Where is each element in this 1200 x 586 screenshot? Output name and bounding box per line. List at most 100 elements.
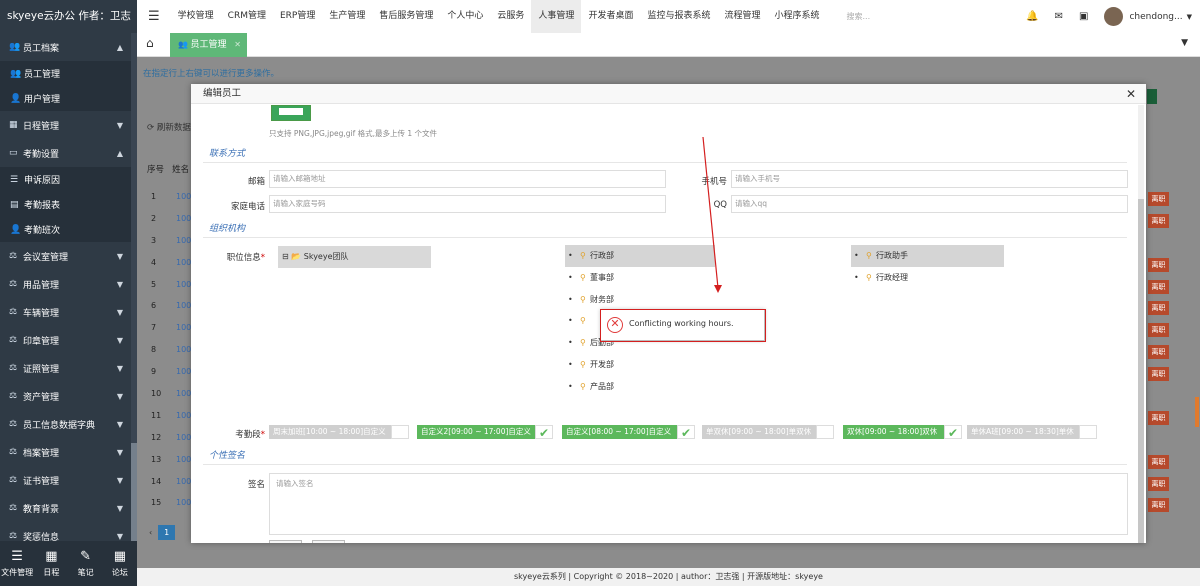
department-item[interactable]: • ⚲ 开发部 [565,354,715,376]
sidebar-item[interactable]: ▤ 考勤报表 [0,192,137,217]
lock-icon[interactable]: ▣ [1079,11,1088,22]
department-item[interactable]: • ⚲ 行政部 [565,245,715,267]
chevron-down-icon[interactable]: ▼ [1187,13,1192,21]
chevron-up-icon[interactable]: ▲ [117,149,123,158]
chevron-down-icon[interactable]: ▼ [117,364,123,373]
row-link[interactable]: 100 [176,389,191,411]
sidebar-item[interactable]: ⚖ 资产管理 ▼ [0,382,137,410]
top-nav-item[interactable]: 小程序系统 [767,0,826,33]
sidebar-bottom-item[interactable]: ▦ 论坛 [103,541,137,586]
top-nav-item[interactable]: 开发者桌面 [581,0,640,33]
chevron-down-icon[interactable]: ▼ [117,121,123,130]
sidebar-item[interactable]: 👥 员工管理 [0,61,137,86]
qq-field[interactable]: 请输入qq [731,195,1128,213]
sidebar-item[interactable]: ⚖ 会议室管理 ▼ [0,242,137,270]
check-icon[interactable]: ✔ [944,425,962,440]
home-phone-field[interactable]: 请输入家庭号码 [269,195,666,213]
add-button[interactable] [1147,89,1157,104]
phone-field[interactable]: 请输入手机号 [731,170,1128,188]
row-link[interactable]: 100 [176,280,191,302]
row-link[interactable]: 100 [176,258,191,280]
sidebar-item[interactable]: ⚖ 证照管理 ▼ [0,354,137,382]
shift-option[interactable]: 自定义2[09:00 ~ 17:00]自定义 ✔ [417,425,553,440]
row-link[interactable]: 100 [176,323,191,345]
department-item[interactable]: • ⚲ 产品部 [565,376,715,398]
row-link[interactable]: 100 [176,236,191,258]
sidebar-item[interactable]: 👤 用户管理 [0,86,137,111]
row-link[interactable]: 100 [176,214,191,236]
menu-toggle-icon[interactable]: ☰ [148,9,160,24]
shift-option[interactable]: 自定义[08:00 ~ 17:00]自定义 ✔ [562,425,695,440]
prev-page-icon[interactable]: ‹ [149,528,152,537]
sidebar-bottom-item[interactable]: ▦ 日程 [34,541,68,586]
search-input[interactable]: 搜索... [847,11,871,22]
home-icon[interactable]: ⌂ [146,36,154,50]
top-nav-item[interactable]: 云服务 [490,0,531,33]
row-link[interactable]: 100 [176,367,191,389]
leave-button[interactable]: 离职 [1148,345,1169,360]
save-button[interactable]: 保存 [312,540,345,543]
chevron-down-icon[interactable]: ▼ [117,336,123,345]
sidebar-item[interactable]: ⚖ 车辆管理 ▼ [0,298,137,326]
sidebar-item[interactable]: ⚖ 档案管理 ▼ [0,438,137,466]
checkbox[interactable] [816,425,834,439]
close-button[interactable]: 关闭 [269,540,302,543]
top-nav-item[interactable]: 人事管理 [531,0,582,33]
department-item[interactable]: • ⚲ 财务部 [565,289,715,311]
top-nav-item[interactable]: ERP管理 [273,0,322,33]
leave-button[interactable]: 离职 [1148,498,1169,513]
sidebar-item[interactable]: ⚖ 教育背景 ▼ [0,494,137,522]
chevron-down-icon[interactable]: ▼ [117,392,123,401]
leave-button[interactable]: 离职 [1148,476,1169,491]
tab-dropdown-icon[interactable]: ▼ [1181,38,1188,48]
leave-button[interactable]: 离职 [1148,213,1169,228]
chevron-down-icon[interactable]: ▼ [117,532,123,541]
close-icon[interactable]: ✕ [1126,87,1136,101]
row-link[interactable]: 100 [176,455,191,477]
leave-button[interactable]: 离职 [1148,323,1169,338]
shift-option[interactable]: 双休[09:00 ~ 18:00]双休 ✔ [843,425,962,440]
page-scrollbar-thumb[interactable] [1195,397,1199,427]
sidebar-item[interactable]: 👤 考勤班次 [0,217,137,242]
row-link[interactable]: 100 [176,477,191,499]
dialog-scrollbar[interactable] [1138,105,1144,543]
chevron-down-icon[interactable]: ▼ [117,504,123,513]
chevron-down-icon[interactable]: ▼ [117,308,123,317]
row-link[interactable]: 100 [176,345,191,367]
row-link[interactable]: 100 [176,301,191,323]
username[interactable]: chendong... [1129,12,1182,22]
top-nav-item[interactable]: 售后服务管理 [372,0,440,33]
sidebar-item[interactable]: ⚖ 员工信息数据字典 ▼ [0,410,137,438]
chevron-down-icon[interactable]: ▼ [117,252,123,261]
leave-button[interactable]: 离职 [1148,192,1169,206]
shift-option[interactable]: 周末加班[10:00 ~ 18:00]自定义 [269,425,409,439]
org-tree-root[interactable]: ⊟ 📂 Skyeye团队 [278,246,431,268]
sidebar-item[interactable]: ▭ 考勤设置 ▲ [0,139,137,167]
chevron-down-icon[interactable]: ▼ [117,420,123,429]
sidebar-item[interactable]: ⚖ 印章管理 ▼ [0,326,137,354]
row-link[interactable]: 100 [176,411,191,433]
checkbox[interactable] [391,425,409,439]
top-nav-item[interactable]: CRM管理 [221,0,273,33]
check-icon[interactable]: ✔ [677,425,695,440]
position-item[interactable]: • ⚲ 行政经理 [851,267,1004,289]
checkbox[interactable] [1079,425,1097,439]
top-nav-item[interactable]: 学校管理 [171,0,221,33]
leave-button[interactable]: 离职 [1148,301,1169,316]
email-field[interactable]: 请输入邮箱地址 [269,170,666,188]
leave-button[interactable]: 离职 [1148,257,1169,272]
sidebar-item[interactable]: 👥 员工档案 ▲ [0,33,137,61]
signature-textarea[interactable]: 请输入签名 [269,473,1128,535]
tab-employee-management[interactable]: 👥 员工管理 ✕ [170,33,247,57]
sidebar-item[interactable]: ⚖ 奖惩信息 ▼ [0,522,137,541]
top-nav-item[interactable]: 监控与报表系统 [640,0,717,33]
page-number[interactable]: 1 [158,525,176,540]
message-icon[interactable]: ✉ [1055,11,1063,22]
top-nav-item[interactable]: 生产管理 [322,0,372,33]
refresh-button[interactable]: ⟳ 刷新数据 [147,121,191,133]
row-link[interactable]: 100 [176,498,191,520]
shift-option[interactable]: 单休A班[09:00 ~ 18:30]单休 [967,425,1097,439]
sidebar-bottom-item[interactable]: ✎ 笔记 [69,541,103,586]
tree-collapse-icon[interactable]: ⊟ [282,252,291,261]
sidebar-item[interactable]: ⚖ 证书管理 ▼ [0,466,137,494]
